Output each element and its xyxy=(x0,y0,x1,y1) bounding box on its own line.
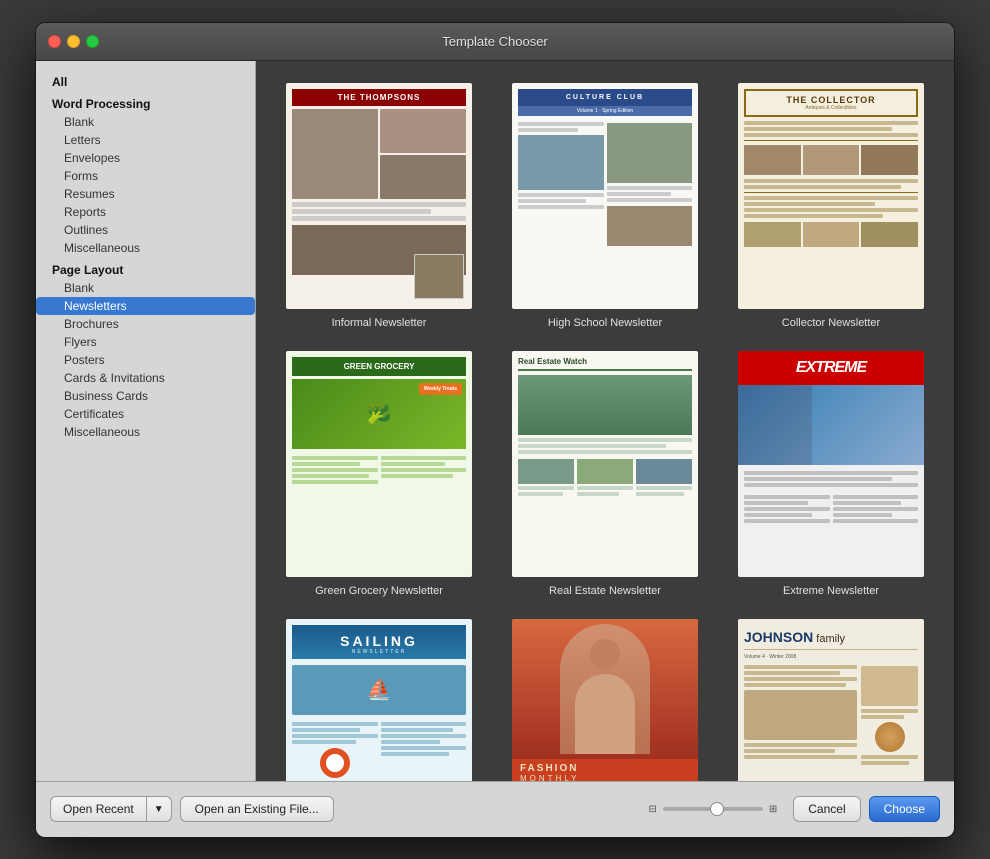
window-title: Template Chooser xyxy=(442,34,548,49)
titlebar: Template Chooser xyxy=(36,23,954,61)
sidebar-item-letters[interactable]: Letters xyxy=(36,131,255,149)
zoom-slider-area: ⊟ ⊞ xyxy=(648,804,777,815)
sidebar-item-newsletters[interactable]: Newsletters xyxy=(36,297,255,315)
template-extreme-newsletter[interactable]: EXTREME xyxy=(728,349,934,597)
minimize-button[interactable] xyxy=(67,35,80,48)
sidebar: All Word Processing Blank Letters Envelo… xyxy=(36,61,256,781)
sidebar-item-business-cards[interactable]: Business Cards xyxy=(36,387,255,405)
zoom-slider[interactable] xyxy=(663,807,763,811)
template-informal-newsletter[interactable]: THE THOMPSONS xyxy=(276,81,482,329)
zoom-small-icon: ⊟ xyxy=(648,804,656,815)
maximize-button[interactable] xyxy=(86,35,99,48)
template-preview-realestate: Real Estate Watch xyxy=(510,349,700,579)
template-realestate-newsletter[interactable]: Real Estate Watch xyxy=(502,349,708,597)
sidebar-item-outlines[interactable]: Outlines xyxy=(36,221,255,239)
template-preview-grocery: GREEN GROCERY 🥦 Weekly Treats xyxy=(284,349,474,579)
sidebar-item-certificates[interactable]: Certificates xyxy=(36,405,255,423)
traffic-lights xyxy=(48,35,99,48)
sidebar-item-page-layout[interactable]: Page Layout xyxy=(36,257,255,279)
sidebar-item-brochures[interactable]: Brochures xyxy=(36,315,255,333)
template-label-hs: High School Newsletter xyxy=(548,317,662,329)
choose-button[interactable]: Choose xyxy=(869,796,940,822)
open-recent-group: Open Recent ▼ xyxy=(50,796,172,822)
template-family-newsletter[interactable]: JOHNSON family Volume 4 · Winter 2008 xyxy=(728,617,934,781)
sidebar-item-misc-pl[interactable]: Miscellaneous xyxy=(36,423,255,441)
template-preview-collector: THE COLLECTOR Antiques & Collectibles xyxy=(736,81,926,311)
template-preview-sailing: SAILING NEWSLETTER xyxy=(284,617,474,781)
cancel-button[interactable]: Cancel xyxy=(793,796,860,822)
template-modern-newsletter[interactable]: FASHION MONTHLY Mode xyxy=(502,617,708,781)
template-grocery-newsletter[interactable]: GREEN GROCERY 🥦 Weekly Treats xyxy=(276,349,482,597)
open-recent-arrow[interactable]: ▼ xyxy=(146,796,172,822)
template-hs-newsletter[interactable]: CULTURE CLUB Volume 1 · Spring Edition xyxy=(502,81,708,329)
template-grid: THE THOMPSONS xyxy=(276,81,934,781)
sidebar-item-blank-wp[interactable]: Blank xyxy=(36,113,255,131)
template-sailing-newsletter[interactable]: SAILING NEWSLETTER xyxy=(276,617,482,781)
template-chooser-window: Template Chooser All Word Processing Bla… xyxy=(35,22,955,838)
sidebar-item-all[interactable]: All xyxy=(36,69,255,91)
sidebar-item-flyers[interactable]: Flyers xyxy=(36,333,255,351)
bottom-bar: Open Recent ▼ Open an Existing File... ⊟… xyxy=(36,781,954,837)
template-preview-family: JOHNSON family Volume 4 · Winter 2008 xyxy=(736,617,926,781)
template-collector-newsletter[interactable]: THE COLLECTOR Antiques & Collectibles xyxy=(728,81,934,329)
template-preview-modern: FASHION MONTHLY xyxy=(510,617,700,781)
template-preview-hs: CULTURE CLUB Volume 1 · Spring Edition xyxy=(510,81,700,311)
close-button[interactable] xyxy=(48,35,61,48)
content-area: All Word Processing Blank Letters Envelo… xyxy=(36,61,954,781)
template-label-extreme: Extreme Newsletter xyxy=(783,585,879,597)
sidebar-item-posters[interactable]: Posters xyxy=(36,351,255,369)
template-grid-area: THE THOMPSONS xyxy=(256,61,954,781)
template-label-collector: Collector Newsletter xyxy=(782,317,880,329)
sidebar-item-envelopes[interactable]: Envelopes xyxy=(36,149,255,167)
sidebar-item-reports[interactable]: Reports xyxy=(36,203,255,221)
open-existing-button[interactable]: Open an Existing File... xyxy=(180,796,334,822)
template-preview-extreme: EXTREME xyxy=(736,349,926,579)
open-recent-button[interactable]: Open Recent xyxy=(50,796,146,822)
template-preview-informal: THE THOMPSONS xyxy=(284,81,474,311)
zoom-large-icon: ⊞ xyxy=(769,804,777,815)
sidebar-item-word-processing[interactable]: Word Processing xyxy=(36,91,255,113)
sidebar-item-forms[interactable]: Forms xyxy=(36,167,255,185)
sidebar-item-blank-pl[interactable]: Blank xyxy=(36,279,255,297)
template-label-informal: Informal Newsletter xyxy=(332,317,427,329)
sidebar-item-misc-wp[interactable]: Miscellaneous xyxy=(36,239,255,257)
template-label-grocery: Green Grocery Newsletter xyxy=(315,585,443,597)
sidebar-item-cards-invitations[interactable]: Cards & Invitations xyxy=(36,369,255,387)
template-label-realestate: Real Estate Newsletter xyxy=(549,585,661,597)
sidebar-item-resumes[interactable]: Resumes xyxy=(36,185,255,203)
